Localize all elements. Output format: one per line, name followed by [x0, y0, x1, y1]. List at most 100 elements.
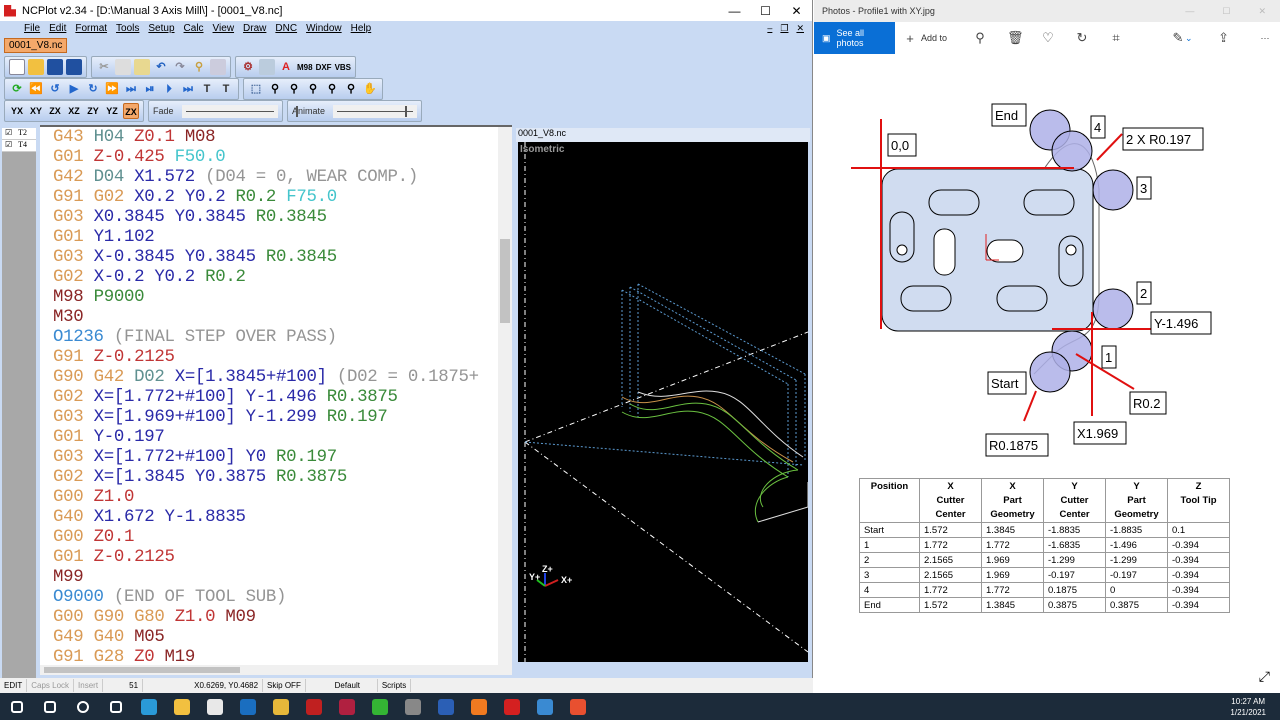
code-line[interactable]: G02 X-0.2 Y0.2 R0.2 — [53, 268, 479, 288]
pan-hand-icon[interactable]: ✋ — [362, 81, 378, 97]
chevron-down-icon[interactable]: ⌄ — [1185, 33, 1193, 44]
file-tab[interactable]: 0001_V8.nc — [4, 37, 68, 53]
view-zy-icon[interactable]: ZY — [85, 103, 101, 119]
code-line[interactable]: G90 G42 D02 X=[1.3845+#100] (D02 = 0.187… — [53, 368, 479, 388]
code-line[interactable]: G02 X=[1.3845 Y0.3875 R0.3875 — [53, 468, 479, 488]
zoom-a-icon[interactable]: ⚲ — [286, 81, 302, 97]
taskbar-search[interactable] — [33, 693, 66, 720]
find-icon[interactable]: ⚲ — [191, 59, 207, 75]
code-line[interactable]: G01 Y1.102 — [53, 228, 479, 248]
menu-draw[interactable]: Draw — [243, 23, 266, 34]
zoom-icon[interactable]: ⚲ — [973, 30, 987, 46]
crop-icon[interactable]: ⌗ — [1109, 30, 1123, 46]
code-line[interactable]: G91 G02 X0.2 Y0.2 R0.2 F75.0 — [53, 188, 479, 208]
code-line[interactable]: G40 X1.672 Y-1.8835 — [53, 508, 479, 528]
code-text[interactable]: G43 H04 Z0.1 M08 G01 Z-0.425 F50.0 G42 D04… — [53, 128, 479, 668]
code-editor[interactable]: G43 H04 Z0.1 M08 G01 Z-0.425 F50.0 G42 D04… — [40, 125, 512, 675]
taskbar-word[interactable] — [429, 693, 462, 720]
fade-slider[interactable] — [181, 104, 298, 118]
minimize-button[interactable]: — — [719, 4, 750, 18]
cut-icon[interactable]: ✂ — [96, 59, 112, 75]
tool-next-icon[interactable]: T — [218, 81, 234, 97]
code-line[interactable]: G01 Z-0.425 F50.0 — [53, 148, 479, 168]
minimize-button[interactable]: — — [1185, 6, 1194, 17]
taskbar-file-explorer[interactable] — [165, 693, 198, 720]
animate-slider[interactable] — [333, 104, 417, 118]
tool-item-t4[interactable]: ☑ T4 — [2, 140, 36, 152]
save-icon[interactable] — [47, 59, 63, 75]
code-line[interactable]: M30 — [53, 308, 479, 328]
zoom-window-icon[interactable]: ⬚ — [248, 81, 264, 97]
maximize-button[interactable]: ☐ — [750, 4, 781, 18]
close-button[interactable]: ✕ — [781, 4, 812, 18]
taskbar-camera[interactable] — [396, 693, 429, 720]
view-isometric-icon[interactable]: ZX — [123, 103, 139, 119]
menu-format[interactable]: Format — [75, 23, 107, 34]
maximize-button[interactable]: ☐ — [1222, 6, 1230, 17]
fade-slider-thumb[interactable] — [295, 105, 298, 117]
plot-canvas[interactable]: Isometric Z+ Y+ X+ — [518, 142, 809, 662]
heart-icon[interactable]: ♡ — [1041, 30, 1055, 46]
view-yz-icon[interactable]: YZ — [104, 103, 120, 119]
code-line[interactable]: G02 X=[1.772+#100] Y-1.496 R0.3875 — [53, 388, 479, 408]
code-line[interactable]: G00 G90 G80 Z1.0 M09 — [53, 608, 479, 628]
taskbar-task-view[interactable] — [99, 693, 132, 720]
menu-dnc[interactable]: DNC — [275, 23, 297, 34]
menu-edit[interactable]: Edit — [49, 23, 66, 34]
zoom-out-icon[interactable]: ⚲ — [343, 81, 359, 97]
code-line[interactable]: G03 X-0.3845 Y0.3845 R0.3845 — [53, 248, 479, 268]
animate-slider-thumb[interactable] — [405, 105, 408, 117]
checkbox-icon[interactable]: ☑ — [5, 140, 12, 151]
dxf-button[interactable]: DXF — [316, 63, 332, 72]
m98-button[interactable]: M98 — [297, 63, 313, 72]
new-file-icon[interactable] — [9, 59, 25, 75]
taskbar-camtasia-recorder[interactable] — [561, 693, 594, 720]
scrollbar-thumb[interactable] — [44, 667, 240, 673]
taskbar-edge[interactable] — [132, 693, 165, 720]
edit-icon[interactable]: ✎ — [1171, 30, 1185, 46]
menu-help[interactable]: Help — [351, 23, 372, 34]
taskbar-camtasia[interactable] — [363, 693, 396, 720]
machine-icon[interactable]: ⚙ — [240, 59, 256, 75]
view-xy-neg-icon[interactable]: XY — [28, 103, 44, 119]
menu-window[interactable]: Window — [306, 23, 342, 34]
mdi-minimize-button[interactable]: – — [767, 23, 772, 34]
window-icon[interactable] — [259, 59, 275, 75]
code-line[interactable]: G03 X=[1.969+#100] Y-1.299 R0.197 — [53, 408, 479, 428]
refresh-icon[interactable]: ⟳ — [9, 81, 25, 97]
menu-setup[interactable]: Setup — [148, 23, 174, 34]
paste-icon[interactable] — [134, 59, 150, 75]
see-all-photos-button[interactable]: ▣ See all photos — [814, 22, 895, 54]
fast-forward-icon[interactable]: ⏩ — [104, 81, 120, 97]
taskbar-solidworks[interactable] — [297, 693, 330, 720]
taskbar-firefox[interactable] — [462, 693, 495, 720]
code-line[interactable]: O9000 (END OF TOOL SUB) — [53, 588, 479, 608]
redo-icon[interactable]: ↷ — [172, 59, 188, 75]
taskbar-start[interactable] — [0, 693, 33, 720]
tool-item-t2[interactable]: ☑ T2 — [2, 128, 36, 140]
mdi-close-button[interactable]: ✕ — [796, 23, 804, 34]
view-zx-icon[interactable]: ZX — [47, 103, 63, 119]
share-icon[interactable]: ⇪ — [1217, 30, 1231, 46]
last-icon[interactable]: ⏭ — [180, 81, 196, 97]
rewind-icon[interactable]: ⏪ — [28, 81, 44, 97]
delete-icon[interactable]: 🗑 — [1007, 30, 1024, 46]
mid-icon[interactable]: ⏯ — [142, 81, 158, 97]
code-line[interactable]: G01 Z-0.2125 — [53, 548, 479, 568]
code-line[interactable]: G01 Y-0.197 — [53, 428, 479, 448]
zoom-fit-icon[interactable]: ⚲ — [305, 81, 321, 97]
code-line[interactable]: G03 X=[1.772+#100] Y0 R0.197 — [53, 448, 479, 468]
code-line[interactable]: G00 Z1.0 — [53, 488, 479, 508]
step-icon[interactable]: ↻ — [85, 81, 101, 97]
code-line[interactable]: G00 Z0.1 — [53, 528, 479, 548]
save-all-icon[interactable] — [66, 59, 82, 75]
taskbar-store[interactable] — [198, 693, 231, 720]
taskbar-mastercam[interactable] — [330, 693, 363, 720]
rotate-icon[interactable]: ↻ — [1075, 30, 1089, 46]
play-icon[interactable]: ▶ — [66, 81, 82, 97]
menu-view[interactable]: View — [213, 23, 235, 34]
vbs-button[interactable]: VBS — [335, 63, 351, 72]
taskbar-outlook[interactable] — [231, 693, 264, 720]
taskbar-chrome[interactable] — [264, 693, 297, 720]
view-xy-icon[interactable]: YX — [9, 103, 25, 119]
